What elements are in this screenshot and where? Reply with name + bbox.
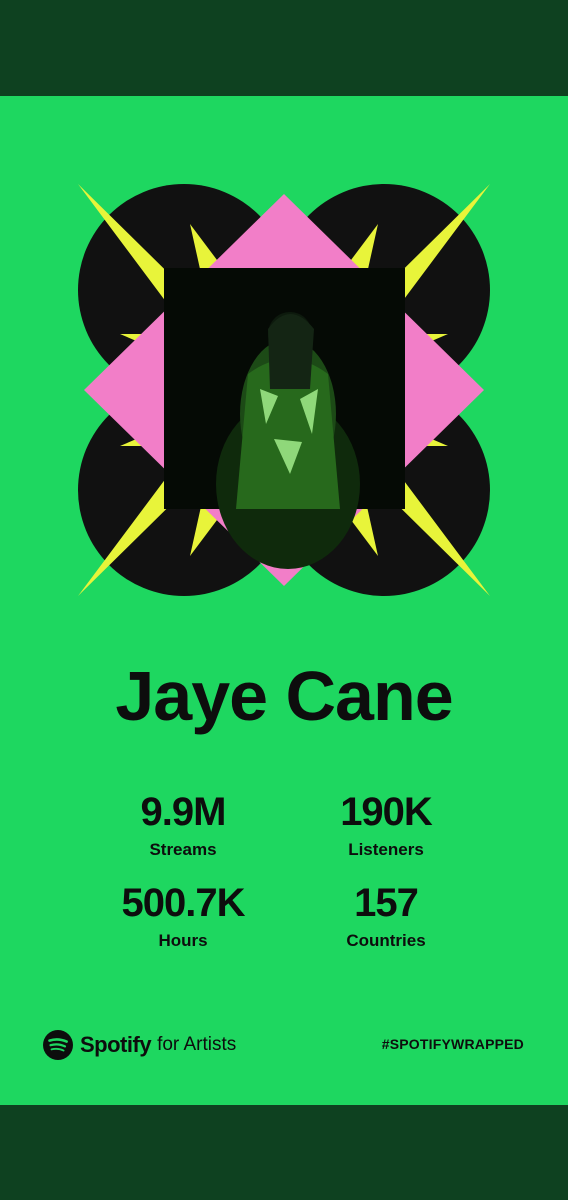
stat-listeners: 190K Listeners	[286, 790, 486, 860]
stat-streams: 9.9M Streams	[83, 790, 283, 860]
stat-value: 9.9M	[140, 790, 227, 834]
stat-hours: 500.7K Hours	[83, 881, 283, 951]
stat-label: Listeners	[348, 840, 424, 859]
top-frame-bar	[0, 0, 568, 96]
bottom-frame-bar	[0, 1105, 568, 1200]
stat-value: 157	[354, 881, 419, 925]
stat-label: Hours	[158, 931, 208, 950]
stat-countries: 157 Countries	[286, 881, 486, 951]
hashtag: #SPOTIFYWRAPPED	[381, 1036, 524, 1052]
wrapped-card: Jaye Cane 9.9M Streams 190K Listeners 50…	[0, 96, 568, 1105]
spotify-logo-icon	[43, 1030, 73, 1060]
brand-name: Spotify	[80, 1032, 152, 1057]
stat-value: 190K	[340, 790, 433, 834]
stat-label: Countries	[346, 931, 426, 950]
brand-subtitle: for Artists	[157, 1034, 237, 1055]
stat-value: 500.7K	[121, 881, 246, 925]
stat-label: Streams	[149, 840, 217, 859]
artist-artwork	[78, 184, 490, 596]
spotify-for-artists-branding: Spotify for Artists	[43, 1029, 236, 1061]
artist-name: Jaye Cane	[115, 657, 453, 735]
